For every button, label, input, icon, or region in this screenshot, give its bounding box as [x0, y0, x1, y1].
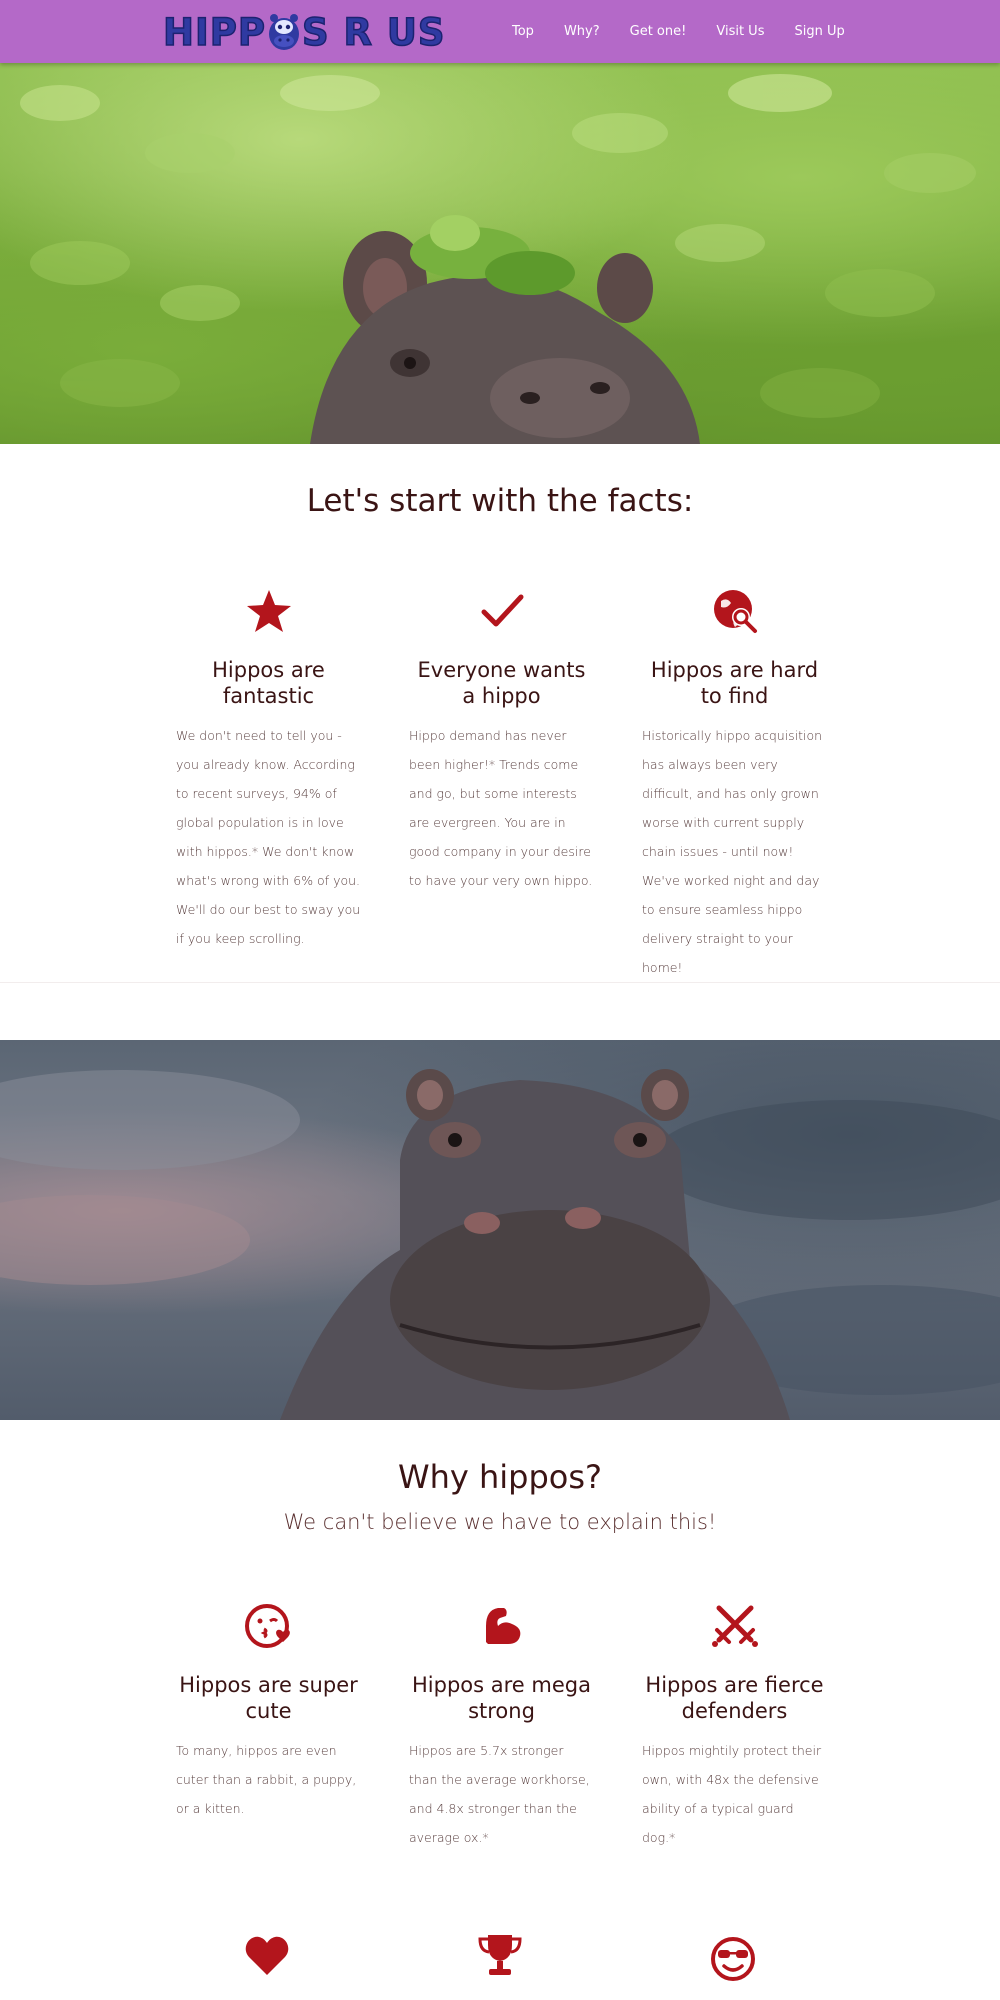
hero-image-art: [0, 1069, 1000, 1420]
feature-body: Hippos mightily protect their own, with …: [642, 1743, 822, 1845]
feature-body: Hippo demand has never been higher!* Tre…: [409, 728, 593, 888]
brand-logo[interactable]: HIPP S R US: [162, 10, 446, 55]
logo-text-left: HIPP: [162, 10, 266, 55]
feature-title: Everyone wants a hippo: [417, 658, 586, 708]
globe-search-icon: [713, 590, 757, 633]
nav-why[interactable]: Why?: [564, 24, 600, 39]
why-title: Why hippos?: [397, 1458, 603, 1496]
feature-hard-to-find: Hippos are hard to find Historically hip…: [642, 587, 827, 982]
nav-top[interactable]: Top: [512, 24, 534, 39]
feature-title: Hippos are fierce defenders: [645, 1673, 824, 1723]
sunglasses-face-icon: [711, 1937, 755, 1981]
nav-sign-up[interactable]: Sign Up: [794, 24, 844, 39]
hero-image-hippo-portrait: [0, 1040, 1000, 1420]
feature-cute: Hippos are super cute To many, hippos ar…: [176, 1602, 361, 1823]
nav-get-one[interactable]: Get one!: [630, 24, 687, 39]
hippo-face-icon: [267, 12, 301, 52]
star-icon: [246, 590, 291, 632]
section-divider: [0, 982, 1000, 983]
feature-body: We don't need to tell you - you already …: [176, 728, 361, 946]
checkmark-icon: [481, 594, 523, 627]
nav-links: Top Why? Get one! Visit Us Sign Up: [512, 0, 875, 63]
nav-visit-us[interactable]: Visit Us: [716, 24, 764, 39]
feature-defenders: Hippos are fierce defenders Hippos might…: [642, 1602, 827, 1852]
feature-fantastic: Hippos are fantastic We don't need to te…: [176, 587, 361, 953]
feature-body: Historically hippo acquisition has alway…: [642, 728, 823, 975]
feature-body: To many, hippos are even cuter than a ra…: [176, 1743, 357, 1816]
feature-title: Hippos are hard to find: [650, 658, 819, 708]
feature-title: Hippos are mega strong: [412, 1673, 591, 1723]
heart-icon: [245, 1936, 289, 1975]
feature-everyone-wants: Everyone wants a hippo Hippo demand has …: [409, 587, 594, 895]
why-subtitle: We can't believe we have to explain this…: [283, 1510, 717, 1534]
crossed-swords-icon: [711, 1605, 758, 1647]
feature-title: Hippos are super cute: [179, 1673, 358, 1723]
logo-text-right: S R US: [301, 10, 446, 55]
feature-body: Hippos are 5.7x stronger than the averag…: [409, 1743, 590, 1845]
hero-image-hippo-in-plants: [0, 63, 1000, 444]
hero-image-art: [20, 74, 976, 444]
flexed-bicep-icon: [485, 1608, 520, 1644]
feature-strong: Hippos are mega strong Hippos are 5.7x s…: [409, 1602, 594, 1852]
kiss-face-icon: [244, 1604, 290, 1648]
facts-title: Let's start with the facts:: [306, 483, 694, 519]
navbar: HIPP S R US Top Why? Get one! Visit Us S…: [0, 0, 1000, 63]
trophy-icon: [478, 1935, 522, 1975]
feature-title: Hippos are fantastic: [212, 658, 325, 708]
